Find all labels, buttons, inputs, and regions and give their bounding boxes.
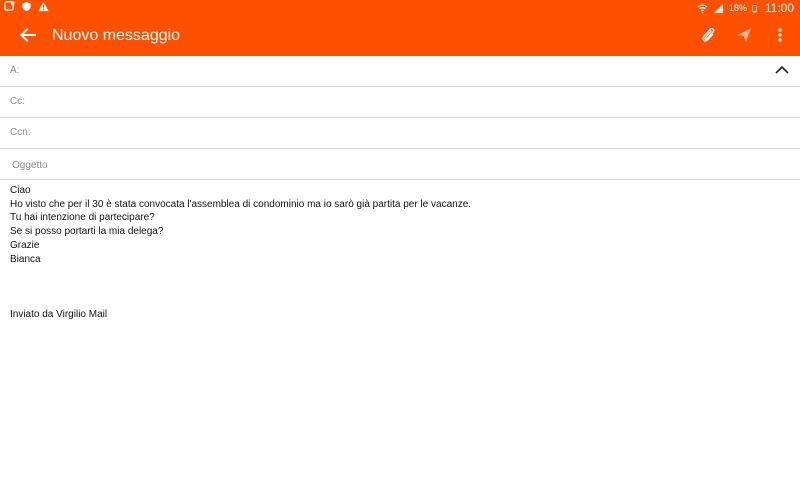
overflow-menu-button[interactable]	[770, 24, 790, 46]
chevron-up-icon	[775, 65, 789, 74]
more-vert-icon	[778, 28, 782, 42]
cc-label: Cc:	[10, 96, 25, 107]
to-input[interactable]	[40, 61, 744, 83]
app-bar: Nuovo messaggio	[0, 16, 800, 56]
wifi-icon	[697, 3, 708, 13]
status-left-icons	[4, 1, 49, 12]
message-line: Se si posso portarti la mia delega?	[10, 226, 164, 238]
bcc-input[interactable]	[40, 123, 744, 145]
back-button[interactable]	[17, 24, 39, 46]
bcc-label: Ccn:	[10, 127, 31, 138]
subject-input[interactable]	[10, 154, 774, 176]
send-icon	[737, 28, 751, 42]
status-right: 18% 11:00	[697, 1, 794, 15]
cc-field[interactable]: Cc:	[0, 87, 800, 118]
vpn-shield-icon	[22, 1, 31, 12]
message-line: Grazie	[10, 239, 40, 251]
battery-icon	[752, 4, 757, 12]
message-body[interactable]: Ciao Ho visto che per il 30 è stata conv…	[10, 184, 780, 266]
status-time: 11:00	[764, 1, 794, 15]
warning-icon	[38, 1, 49, 12]
bcc-field[interactable]: Ccn:	[0, 118, 800, 149]
notification-icon	[4, 1, 15, 11]
message-line: Ho visto che per il 30 è stata convocata…	[10, 198, 472, 210]
to-label: A:	[10, 65, 20, 76]
message-line: Ciao	[10, 185, 31, 196]
to-field[interactable]: A:	[0, 56, 800, 87]
subject-field[interactable]	[0, 149, 800, 180]
app-bar-actions	[698, 24, 790, 46]
message-line: Tu hai intenzione di partecipare?	[10, 212, 155, 224]
battery-percent: 18%	[728, 3, 747, 13]
signal-icon	[713, 3, 723, 13]
collapse-recipients-button[interactable]	[774, 63, 790, 77]
message-line: Bianca	[10, 253, 41, 265]
page-title: Nuovo messaggio	[52, 27, 181, 44]
paperclip-icon	[702, 27, 715, 42]
mail-signature: Inviato da Virgilio Mail	[10, 309, 108, 320]
attach-button[interactable]	[698, 24, 718, 46]
status-bar: 18% 11:00	[0, 0, 800, 16]
send-button[interactable]	[734, 24, 754, 46]
arrow-left-icon	[20, 28, 36, 42]
cc-input[interactable]	[40, 92, 744, 114]
